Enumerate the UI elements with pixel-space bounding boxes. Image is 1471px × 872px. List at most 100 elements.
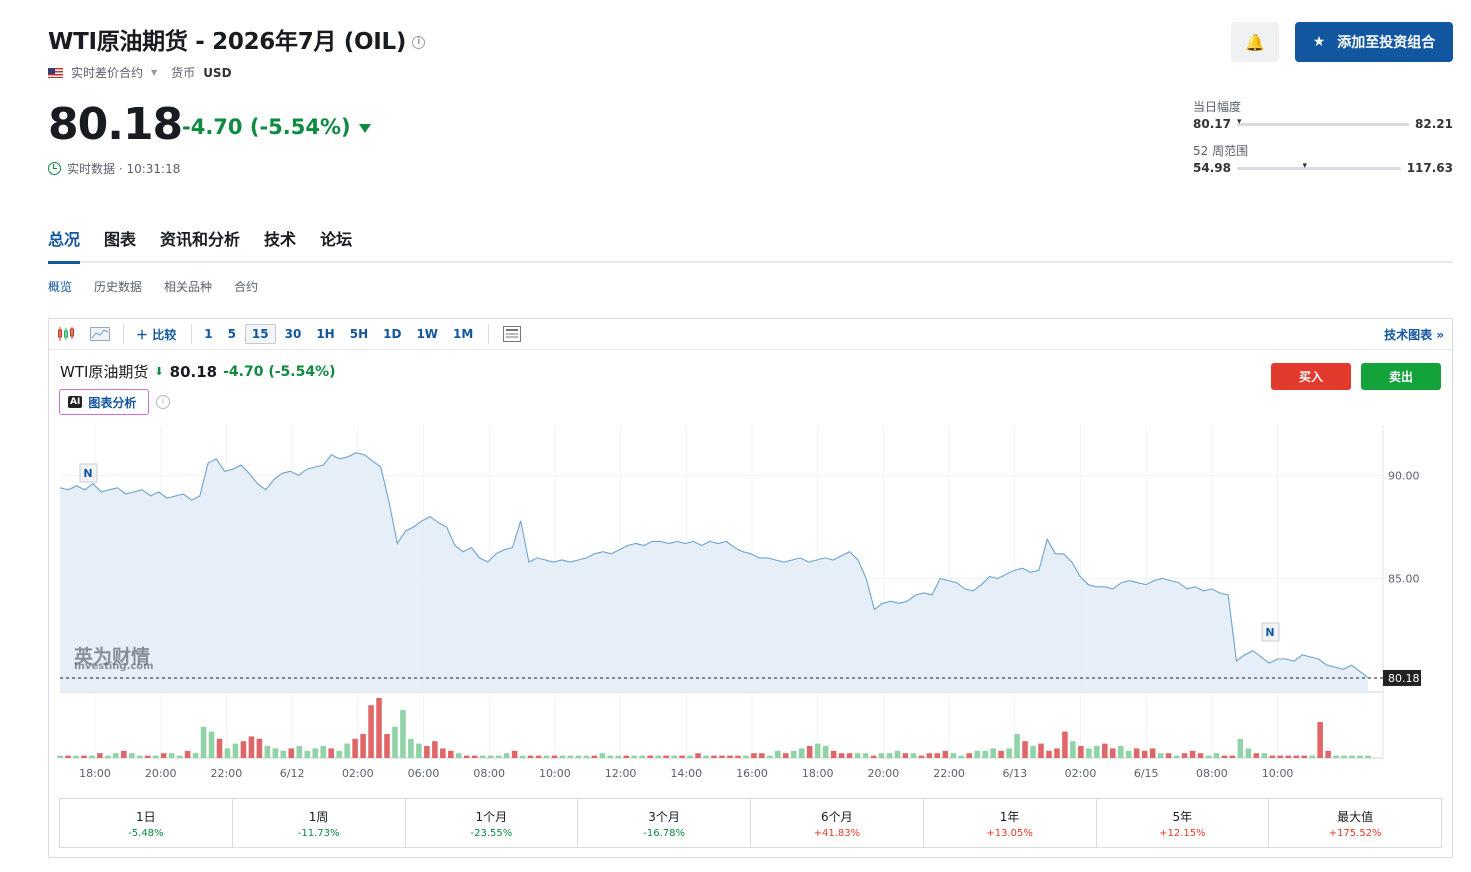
performance-cell[interactable]: 5年 +12.15% <box>1097 799 1270 847</box>
volume-bar <box>950 753 957 758</box>
volume-bar <box>224 748 231 758</box>
x-tick-label: 06:00 <box>408 767 440 780</box>
interval-5h[interactable]: 5H <box>344 325 374 343</box>
performance-cell[interactable]: 最大值 +175.52% <box>1269 799 1441 847</box>
volume-bar <box>719 755 725 758</box>
volume-bar <box>288 748 295 758</box>
volume-bar <box>400 710 406 758</box>
volume-bar <box>559 755 566 758</box>
volume-bar <box>910 753 917 758</box>
tab-forum[interactable]: 论坛 <box>320 226 352 250</box>
volume-bar <box>1070 741 1076 758</box>
interval-1[interactable]: 1 <box>198 325 218 343</box>
volume-bar <box>1197 753 1204 758</box>
volume-bar <box>1006 748 1012 758</box>
volume-bar <box>759 753 765 758</box>
volume-bar <box>320 746 326 758</box>
volume-bar <box>1054 748 1060 758</box>
volume-bar <box>471 755 478 758</box>
volume-bar <box>256 738 263 758</box>
range-marker-icon: ▾ <box>1236 116 1242 127</box>
volume-bar <box>1022 741 1028 758</box>
area-chart-icon[interactable] <box>89 325 111 343</box>
performance-table: 1日 -5.48% 1周 -11.73% 1个月 -23.55% 3个月 -16.78% 6个月… <box>59 798 1442 848</box>
volume-bar <box>113 753 119 758</box>
performance-cell[interactable]: 3个月 -16.78% <box>578 799 751 847</box>
volume-bar <box>1293 755 1299 758</box>
interval-5[interactable]: 5 <box>222 325 242 343</box>
interval-1w[interactable]: 1W <box>410 325 444 343</box>
volume-bar <box>81 755 87 758</box>
volume-bar <box>503 753 510 758</box>
x-tick-label: 16:00 <box>736 767 768 780</box>
volume-bar <box>328 748 334 758</box>
tech-chart-link[interactable]: 技术图表 » <box>1384 326 1444 343</box>
tab-technical[interactable]: 技术 <box>264 226 296 250</box>
interval-30[interactable]: 30 <box>279 325 308 343</box>
interval-1d[interactable]: 1D <box>377 325 407 343</box>
tab-news[interactable]: 资讯和分析 <box>160 226 240 250</box>
volume-bar <box>679 755 685 758</box>
add-portfolio-button[interactable]: ★ 添加至投资组合 <box>1295 22 1453 62</box>
volume-bar <box>1038 743 1044 758</box>
chevron-down-icon[interactable]: ▼ <box>151 68 157 77</box>
ai-icon: AI <box>68 396 83 408</box>
volume-bar <box>1229 755 1236 758</box>
info-icon[interactable]: i <box>412 36 426 49</box>
volume-bar <box>216 738 223 758</box>
tab-overview[interactable]: 总况 <box>48 226 80 250</box>
buy-button[interactable]: 买入 <box>1271 363 1351 390</box>
currency-value: USD <box>203 65 232 80</box>
performance-value: -16.78% <box>643 828 685 839</box>
volume-bar <box>790 750 797 758</box>
volume-bar <box>830 750 837 758</box>
volume-bar <box>200 726 207 758</box>
volume-bar <box>1094 746 1100 758</box>
volume-bar <box>463 755 470 758</box>
compare-button[interactable]: ＋ 比较 <box>130 324 182 345</box>
volume-bar <box>65 755 71 758</box>
candlestick-icon[interactable] <box>55 325 77 343</box>
price-chart[interactable]: 80.18 90.00 85.00 18:00 20:00 22:00 6/12 02:00 0… <box>48 425 1438 785</box>
volume-bar <box>583 755 590 758</box>
performance-cell[interactable]: 6个月 +41.83% <box>751 799 924 847</box>
interval-1h[interactable]: 1H <box>310 325 340 343</box>
tab-chart[interactable]: 图表 <box>104 226 136 250</box>
volume-bar <box>527 755 534 758</box>
info-icon[interactable]: i <box>156 395 170 409</box>
volume-bar <box>272 748 279 758</box>
news-marker-label: N <box>1265 626 1274 639</box>
subtab-related[interactable]: 相关品种 <box>164 278 212 295</box>
volume-bar <box>958 755 965 758</box>
x-tick-label: 02:00 <box>342 767 374 780</box>
chart-toolbar: ＋ 比较 1 5 15 30 1H 5H 1D 1W 1M 技术图表 » <box>49 319 1452 350</box>
subtab-contracts[interactable]: 合约 <box>234 278 258 295</box>
performance-period: 1年 <box>999 810 1020 824</box>
y-tick-label: 85.00 <box>1388 573 1420 586</box>
volume-bar <box>966 753 972 758</box>
ai-chart-analysis-button[interactable]: AI 图表分析 <box>59 389 149 415</box>
volume-bar <box>974 750 980 758</box>
volume-bar <box>671 755 677 758</box>
subtab-overview[interactable]: 概览 <box>48 278 72 295</box>
sub-tabs: 概览 历史数据 相关品种 合约 <box>48 278 258 295</box>
performance-cell[interactable]: 1日 -5.48% <box>60 799 233 847</box>
volume-bar <box>783 753 789 758</box>
volume-bar <box>838 753 845 758</box>
sell-button[interactable]: 卖出 <box>1361 363 1441 390</box>
last-price-label: 80.18 <box>1388 672 1420 685</box>
alert-button[interactable]: 🔔 <box>1231 22 1279 62</box>
news-toggle-icon[interactable] <box>501 325 523 343</box>
last-price: 80.18 <box>48 99 183 150</box>
contract-type[interactable]: 实时差价合约 <box>71 64 143 81</box>
x-tick-label: 22:00 <box>933 767 965 780</box>
volume-bar <box>551 755 558 758</box>
performance-cell[interactable]: 1年 +13.05% <box>924 799 1097 847</box>
interval-1m[interactable]: 1M <box>447 325 479 343</box>
subtab-history[interactable]: 历史数据 <box>94 278 142 295</box>
performance-cell[interactable]: 1周 -11.73% <box>233 799 406 847</box>
performance-cell[interactable]: 1个月 -23.55% <box>406 799 579 847</box>
interval-15[interactable]: 15 <box>244 324 276 344</box>
price-area <box>60 452 1368 692</box>
volume-bar <box>304 750 311 758</box>
